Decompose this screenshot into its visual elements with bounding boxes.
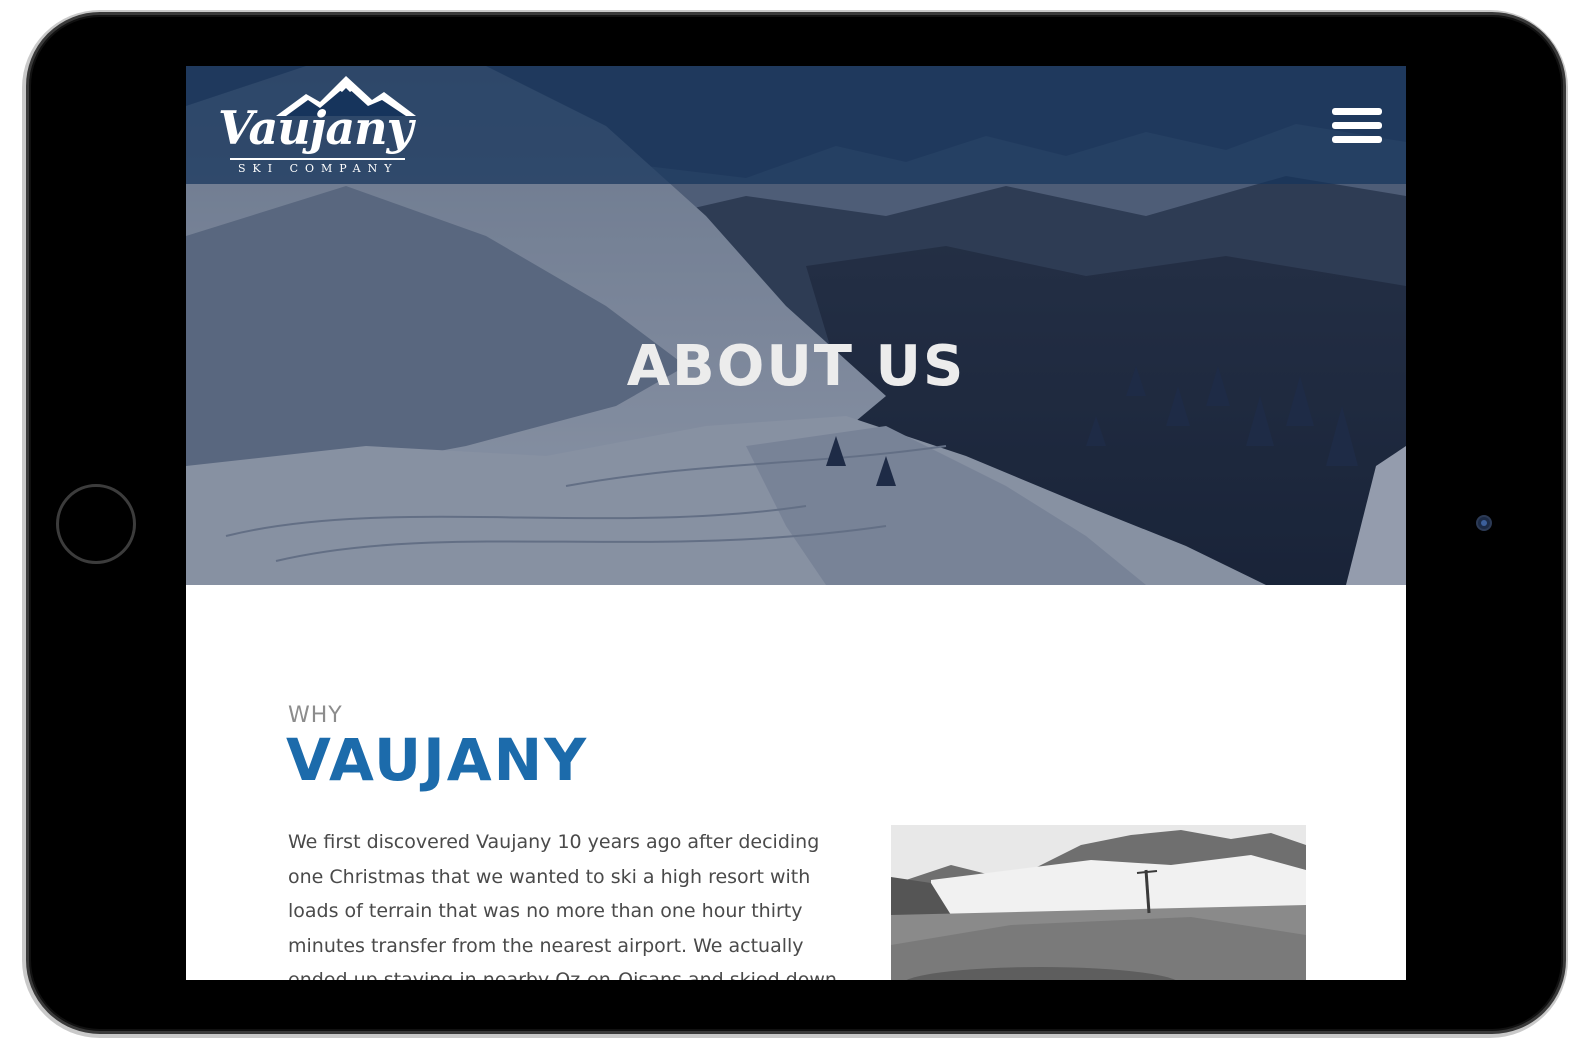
hero-banner: Vaujany SKI COMPANY ABOUT US (186, 66, 1406, 585)
brand-logo[interactable]: Vaujany SKI COMPANY (216, 74, 421, 178)
menu-bar-top (1332, 108, 1382, 115)
menu-bar-bottom (1332, 136, 1382, 143)
page-title: ABOUT US (626, 334, 966, 399)
menu-bar-middle (1332, 122, 1382, 129)
section-eyebrow: WHY (288, 703, 343, 728)
section-body-text: We first discovered Vaujany 10 years ago… (288, 831, 837, 980)
website-screen: Vaujany SKI COMPANY ABOUT US WHY VAUJANY… (186, 66, 1406, 980)
site-header: Vaujany SKI COMPANY (186, 66, 1406, 184)
about-content: WHY VAUJANY We first discovered Vaujany … (186, 585, 1406, 980)
vaujany-landscape-photo (891, 825, 1306, 980)
tablet-home-button[interactable] (56, 484, 136, 564)
landscape-photo-image (891, 825, 1306, 980)
logo-divider (230, 158, 405, 160)
brand-tagline: SKI COMPANY (238, 162, 399, 175)
tablet-camera (1476, 515, 1492, 531)
brand-name: Vaujany (218, 101, 413, 155)
section-heading: VAUJANY (286, 726, 589, 794)
hamburger-menu-icon[interactable] (1326, 106, 1386, 146)
